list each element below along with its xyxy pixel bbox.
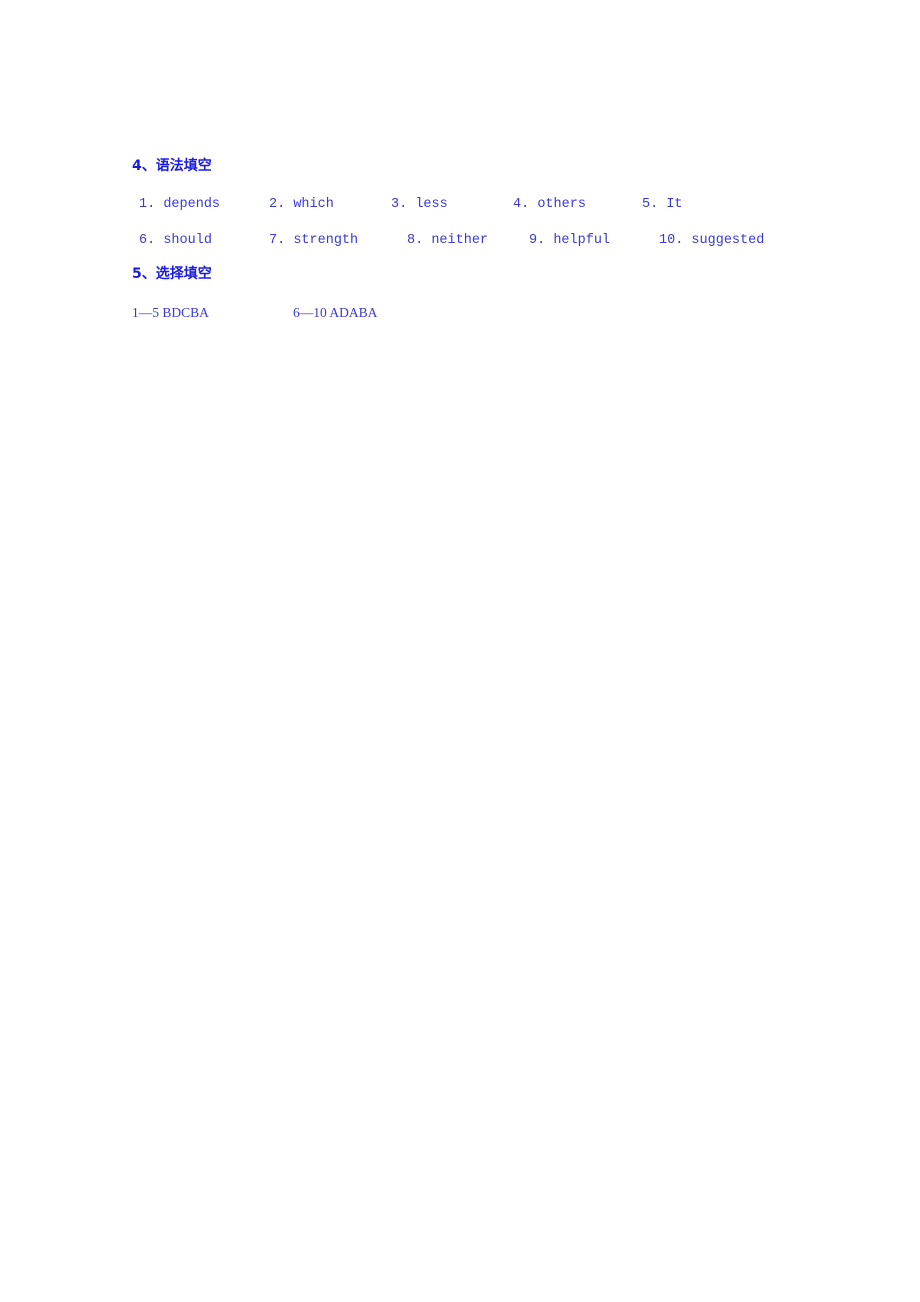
- document-page: 4、语法填空 1. depends 2. which 3. less 4. ot…: [0, 0, 920, 1302]
- answer-item: 9. helpful: [529, 232, 610, 250]
- answer-word: neither: [431, 233, 489, 248]
- choice-answers: BDCBA: [162, 305, 209, 320]
- answer-number: 4.: [513, 197, 530, 212]
- answer-number: 9.: [529, 233, 546, 248]
- answer-number: 7.: [269, 233, 286, 248]
- answer-word: should: [163, 233, 212, 248]
- answer-item: 3. less: [391, 196, 448, 214]
- answer-number: 5.: [642, 197, 659, 212]
- answer-number: 1.: [139, 197, 156, 212]
- choice-group: 6—10 ADABA: [293, 304, 377, 322]
- answer-number: 3.: [391, 197, 408, 212]
- choice-group: 1—5 BDCBA: [132, 304, 209, 322]
- choice-answers: ADABA: [329, 305, 378, 320]
- answer-item: 2. which: [269, 196, 334, 214]
- answer-item: 10. suggested: [659, 232, 764, 250]
- answer-word: others: [537, 197, 586, 212]
- answer-word: It: [666, 197, 683, 212]
- answer-number: 10.: [659, 233, 684, 248]
- answer-word: strength: [293, 233, 359, 248]
- answer-word: less: [415, 197, 448, 212]
- answer-item: 4. others: [513, 196, 586, 214]
- answer-number: 2.: [269, 197, 286, 212]
- answer-word: which: [293, 197, 334, 212]
- choice-range: 1—5: [132, 305, 159, 320]
- answer-number: 8.: [407, 233, 424, 248]
- answer-item: 6. should: [139, 232, 212, 250]
- answer-word: depends: [163, 197, 221, 212]
- answer-number: 6.: [139, 233, 156, 248]
- section-heading-choice-fill: 5、选择填空: [132, 266, 212, 282]
- answer-item: 7. strength: [269, 232, 358, 250]
- answer-word: suggested: [691, 233, 765, 248]
- section-heading-grammar-fill: 4、语法填空: [132, 158, 212, 174]
- answer-item: 5. It: [642, 196, 683, 214]
- choice-range: 6—10: [293, 305, 327, 320]
- answer-item: 1. depends: [139, 196, 220, 214]
- answer-item: 8. neither: [407, 232, 488, 250]
- answer-word: helpful: [553, 233, 611, 248]
